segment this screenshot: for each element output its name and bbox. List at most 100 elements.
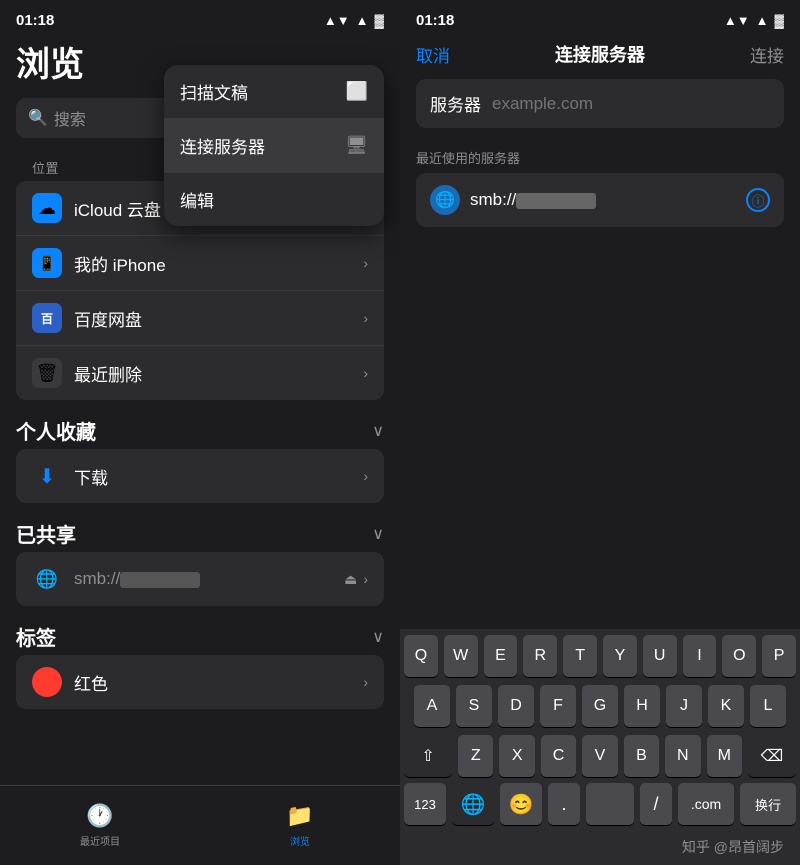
dropdown-scan[interactable]: 扫描文稿 ⬜ xyxy=(164,65,384,119)
search-icon: 🔍 xyxy=(28,108,48,128)
shift-key[interactable]: ⇧ xyxy=(404,735,452,777)
nav-recent[interactable]: 🕐 最近项目 xyxy=(0,803,200,848)
key-b[interactable]: B xyxy=(624,735,659,777)
nav-browse[interactable]: 📁 浏览 xyxy=(200,803,400,848)
key-d[interactable]: D xyxy=(498,685,534,727)
chevron-right-icon3: › xyxy=(363,310,368,326)
globe-key[interactable]: 🌐 xyxy=(452,783,494,825)
globe-blue-icon: 🌐 xyxy=(430,185,460,215)
shared-label: 已共享 xyxy=(16,519,76,548)
key-y[interactable]: Y xyxy=(603,635,637,677)
key-w[interactable]: W xyxy=(444,635,478,677)
server-label: 服务器 xyxy=(430,91,482,116)
connect-button[interactable]: 连接 xyxy=(750,42,784,67)
connect-label: 连接服务器 xyxy=(180,133,265,158)
key-p[interactable]: P xyxy=(762,635,796,677)
key-x[interactable]: X xyxy=(499,735,534,777)
iphone-icon: 📱 xyxy=(32,248,62,278)
shared-smb-label: smb:// xyxy=(74,569,344,589)
key-a[interactable]: A xyxy=(414,685,450,727)
left-panel: 01:18 ▲▼ ▲ ▓ 浏览 🔍 搜索 位置 ☁ iCloud 云盘 › 📱 … xyxy=(0,0,400,865)
key-j[interactable]: J xyxy=(666,685,702,727)
key-m[interactable]: M xyxy=(707,735,742,777)
key-i[interactable]: I xyxy=(683,635,717,677)
battery-icon: ▓ xyxy=(375,13,384,28)
monitor-icon: 🖥 xyxy=(345,135,368,156)
favorites-header[interactable]: 个人收藏 ∨ xyxy=(16,408,384,449)
server-input[interactable] xyxy=(492,94,770,114)
key-g[interactable]: G xyxy=(582,685,618,727)
recent-section: 最近使用的服务器 🌐 smb:// ⓘ xyxy=(400,144,800,235)
red-tag-label: 红色 xyxy=(74,670,363,695)
recent-server-item[interactable]: 🌐 smb:// ⓘ xyxy=(416,173,784,227)
key-l[interactable]: L xyxy=(750,685,786,727)
iphone-label: 我的 iPhone xyxy=(74,251,363,276)
key-e[interactable]: E xyxy=(484,635,518,677)
red-tag-icon xyxy=(32,667,62,697)
key-z[interactable]: Z xyxy=(458,735,493,777)
dropdown-connect[interactable]: 连接服务器 🖥 xyxy=(164,119,384,173)
shared-header[interactable]: 已共享 ∨ xyxy=(16,511,384,552)
key-v[interactable]: V xyxy=(582,735,617,777)
list-item-baidu[interactable]: 百 百度网盘 › xyxy=(16,291,384,346)
key-h[interactable]: H xyxy=(624,685,660,727)
tags-section: 标签 ∨ 红色 › xyxy=(16,614,384,709)
key-k[interactable]: K xyxy=(708,685,744,727)
key-f[interactable]: F xyxy=(540,685,576,727)
search-placeholder: 搜索 xyxy=(54,106,86,130)
info-button[interactable]: ⓘ xyxy=(746,188,770,212)
delete-key[interactable]: ⌫ xyxy=(748,735,796,777)
bottom-nav: 🕐 最近项目 📁 浏览 xyxy=(0,785,400,865)
key-n[interactable]: N xyxy=(665,735,700,777)
key-t[interactable]: T xyxy=(563,635,597,677)
key-u[interactable]: U xyxy=(643,635,677,677)
list-item-shared-smb[interactable]: 🌐 smb:// ⏏ › xyxy=(16,552,384,606)
space-key[interactable] xyxy=(586,783,634,825)
edit-label: 编辑 xyxy=(180,187,214,212)
key-o[interactable]: O xyxy=(722,635,756,677)
right-panel: 01:18 ▲▼ ▲ ▓ 取消 连接服务器 连接 服务器 最近使用的服务器 🌐 … xyxy=(400,0,800,865)
list-item-red-tag[interactable]: 红色 › xyxy=(16,655,384,709)
key-c[interactable]: C xyxy=(541,735,576,777)
dropdown-edit[interactable]: 编辑 xyxy=(164,173,384,226)
left-time: 01:18 xyxy=(16,12,54,29)
tags-header[interactable]: 标签 ∨ xyxy=(16,614,384,655)
recent-server-text: smb:// xyxy=(470,190,736,210)
emoji-key[interactable]: 😊 xyxy=(500,783,542,825)
eject-icon: ⏏ xyxy=(344,571,357,588)
keyboard-row-1: Q W E R T Y U I O P xyxy=(400,629,800,679)
trash-icon: 🗑 xyxy=(32,358,62,388)
page-title: 浏览 xyxy=(16,37,84,86)
key-s[interactable]: S xyxy=(456,685,492,727)
keyboard-row-3: ⇧ Z X C V B N M ⌫ xyxy=(400,729,800,779)
right-wifi-icon: ▲ xyxy=(756,13,769,28)
scan-icon: ⬜ xyxy=(346,81,368,102)
dot-key[interactable]: . xyxy=(548,783,580,825)
server-input-row: 服务器 xyxy=(416,79,784,128)
list-item-iphone[interactable]: 📱 我的 iPhone › xyxy=(16,236,384,291)
key-q[interactable]: Q xyxy=(404,635,438,677)
connect-title: 连接服务器 xyxy=(555,41,645,67)
tags-label: 标签 xyxy=(16,622,56,651)
list-item-download[interactable]: ⬇ 下载 › xyxy=(16,449,384,503)
right-time: 01:18 xyxy=(416,12,454,29)
chevron-right-icon7: › xyxy=(363,674,368,690)
list-item-trash[interactable]: 🗑 最近删除 › xyxy=(16,346,384,400)
recent-servers-label: 最近使用的服务器 xyxy=(416,148,784,167)
dotcom-key[interactable]: .com xyxy=(678,783,734,825)
num-key[interactable]: 123 xyxy=(404,783,446,825)
chevron-right-icon6: › xyxy=(363,571,368,587)
right-status-icons: ▲▼ ▲ ▓ xyxy=(724,13,784,28)
chevron-down-icon: ∨ xyxy=(372,421,384,441)
cancel-button[interactable]: 取消 xyxy=(416,42,450,67)
key-r[interactable]: R xyxy=(523,635,557,677)
globe-icon: 🌐 xyxy=(32,564,62,594)
keyboard-area: Q W E R T Y U I O P A S D F G H J K L ⇧ … xyxy=(400,629,800,865)
right-signal-icon: ▲▼ xyxy=(724,13,750,28)
return-key[interactable]: 换行 xyxy=(740,783,796,825)
trash-label: 最近删除 xyxy=(74,361,363,386)
keyboard-row-2: A S D F G H J K L xyxy=(400,679,800,729)
scan-label: 扫描文稿 xyxy=(180,79,248,104)
keyboard-row-4: 123 🌐 😊 . / .com 换行 xyxy=(400,779,800,833)
slash-key[interactable]: / xyxy=(640,783,672,825)
